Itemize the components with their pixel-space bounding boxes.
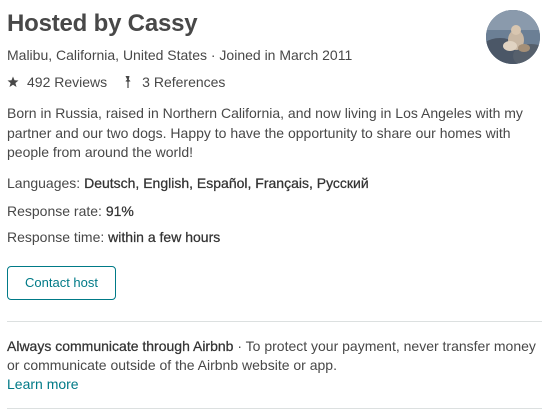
response-time-label: Response time: (7, 229, 105, 245)
divider-top (7, 321, 542, 322)
contact-host-button[interactable]: Contact host (7, 266, 116, 300)
languages-value: Deutsch, English, Español, Français, Рус… (84, 175, 369, 191)
host-title: Hosted by Cassy (7, 10, 198, 37)
divider-bottom (7, 408, 542, 409)
response-time-value: within a few hours (108, 229, 221, 245)
response-rate-label: Response rate: (7, 203, 102, 219)
host-location-joined: Malibu, California, United States · Join… (7, 47, 353, 63)
languages-label: Languages: (7, 175, 81, 191)
notice-separator: · (233, 338, 246, 354)
avatar-photo (486, 10, 540, 64)
languages-row: Languages: Deutsch, English, Español, Fr… (7, 175, 369, 191)
communication-notice: Always communicate through Airbnb · To p… (7, 337, 547, 394)
response-time-row: Response time: within a few hours (7, 229, 220, 245)
host-stats: 492 Reviews 3 References (7, 74, 225, 90)
host-profile-section: Hosted by Cassy Malibu, California, Unit… (0, 0, 556, 414)
host-avatar[interactable] (486, 10, 540, 64)
star-icon (7, 75, 19, 89)
response-rate-value: 91% (105, 203, 134, 219)
references-icon (122, 75, 134, 89)
response-rate-row: Response rate: 91% (7, 203, 134, 219)
reviews-count: 492 Reviews (27, 74, 108, 90)
learn-more-link[interactable]: Learn more (7, 376, 79, 392)
notice-heading: Always communicate through Airbnb (7, 338, 234, 354)
reviews-stat[interactable]: 492 Reviews (7, 74, 107, 90)
references-count: 3 References (142, 74, 226, 90)
references-stat[interactable]: 3 References (122, 74, 225, 90)
host-bio: Born in Russia, raised in Northern Calif… (7, 105, 523, 160)
